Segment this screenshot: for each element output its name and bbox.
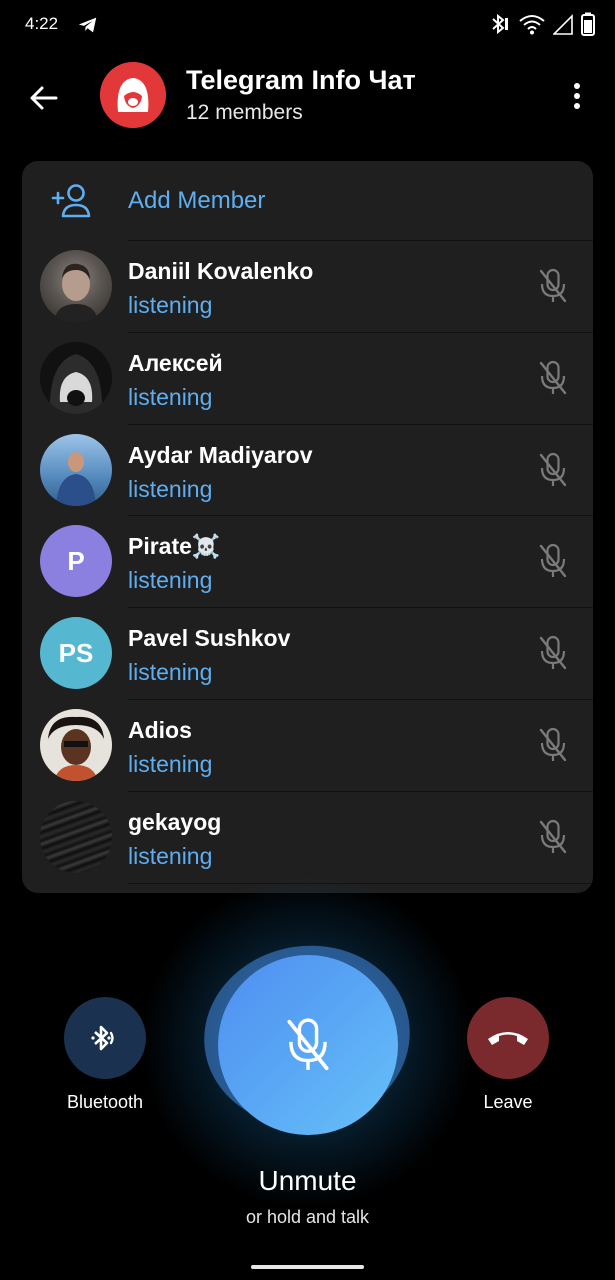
participant-row[interactable]: Aydar Madiyarov listening: [22, 425, 593, 517]
participant-row[interactable]: P Pirate☠️ listening: [22, 516, 593, 609]
mic-off-icon: [539, 636, 567, 670]
avatar: [40, 800, 112, 873]
chat-title: Telegram Info Чат: [186, 65, 416, 95]
avatar: [40, 341, 112, 414]
more-vertical-icon: [574, 83, 580, 109]
participant-mic-button[interactable]: [535, 633, 571, 673]
participant-name: gekayog: [128, 808, 222, 835]
mic-off-icon: [539, 544, 567, 578]
chat-header: Telegram Info Чат 12 members: [0, 52, 615, 152]
avatar: [40, 433, 112, 506]
group-avatar[interactable]: [100, 62, 166, 128]
status-bar: 4:22: [0, 0, 615, 52]
bluetooth-audio-icon: [91, 1025, 114, 1051]
add-user-icon: [51, 184, 91, 218]
group-logo: [100, 62, 166, 128]
bluetooth-icon: [492, 13, 508, 35]
participant-name: Pirate☠️: [128, 533, 221, 560]
back-button[interactable]: [22, 76, 66, 120]
leave-button[interactable]: [467, 997, 549, 1079]
more-options-button[interactable]: [559, 74, 595, 118]
participant-row[interactable]: Daniil Kovalenko listening: [22, 241, 593, 333]
participant-status: listening: [128, 292, 213, 318]
avatar: PS: [40, 617, 112, 690]
participant-status: listening: [128, 659, 213, 686]
mic-off-icon: [539, 819, 567, 853]
avatar-initials: P: [67, 545, 85, 576]
participant-row[interactable]: PS Pavel Sushkov listening: [22, 608, 593, 700]
participant-mic-button[interactable]: [535, 725, 571, 765]
participant-row[interactable]: Adios listening: [22, 700, 593, 792]
participant-rows: Daniil Kovalenko listening Алексей liste…: [22, 241, 593, 884]
home-indicator[interactable]: [251, 1265, 364, 1269]
participant-name: Daniil Kovalenko: [128, 258, 314, 284]
unmute-label: Unmute: [258, 1165, 357, 1196]
mic-off-icon: [539, 727, 567, 762]
hang-up-icon: [488, 1032, 528, 1045]
status-icons: [487, 11, 595, 37]
participant-status: listening: [128, 842, 213, 869]
wifi-icon: [519, 15, 545, 35]
status-time: 4:22: [25, 14, 59, 33]
mic-off-icon: [539, 268, 567, 303]
leave-label: Leave: [483, 1092, 533, 1112]
telegram-icon: [78, 17, 97, 33]
avatar-photo: [54, 263, 98, 322]
battery-icon: [581, 12, 595, 36]
voice-chat-screen: 4:22 Telegram Info Чат 12 members Add Me…: [0, 0, 615, 1280]
participants-list: Add Member Daniil Kovalenko listening Ал…: [22, 161, 593, 893]
avatar-photo: [56, 451, 96, 506]
mic-off-icon: [287, 1018, 329, 1071]
avatar: P: [40, 525, 112, 598]
avatar: [40, 250, 112, 322]
participant-status: listening: [128, 475, 213, 502]
add-member-button[interactable]: Add Member: [22, 161, 593, 241]
hold-to-talk-hint: or hold and talk: [245, 1207, 370, 1227]
bluetooth-button[interactable]: [64, 997, 146, 1079]
participant-mic-button[interactable]: [535, 541, 571, 581]
participant-mic-button[interactable]: [535, 266, 571, 306]
add-member-label: Add Member: [128, 187, 266, 214]
arrow-left-icon: [30, 86, 58, 110]
avatar-photo: [40, 708, 112, 781]
bluetooth-label: Bluetooth: [66, 1092, 144, 1112]
member-count: 12 members: [186, 101, 303, 124]
participant-name: Алексей: [128, 349, 223, 376]
participant-name: Aydar Madiyarov: [128, 441, 313, 468]
participant-status: listening: [128, 567, 213, 594]
participant-mic-button[interactable]: [535, 817, 571, 857]
avatar-initials: PS: [58, 637, 94, 668]
avatar-photo: [40, 341, 112, 414]
participant-name: Adios: [128, 716, 192, 743]
participant-mic-button[interactable]: [535, 450, 571, 490]
signal-icon: [553, 14, 573, 35]
participant-row[interactable]: gekayog listening: [22, 792, 593, 884]
participant-mic-button[interactable]: [535, 358, 571, 398]
mic-off-icon: [539, 452, 567, 486]
participant-name: Pavel Sushkov: [128, 625, 291, 652]
avatar: [40, 708, 112, 781]
participant-status: listening: [128, 750, 213, 777]
participant-row[interactable]: Алексей listening: [22, 333, 593, 425]
mic-off-icon: [539, 360, 567, 394]
unmute-button[interactable]: [218, 955, 398, 1135]
participant-status: listening: [128, 383, 213, 410]
